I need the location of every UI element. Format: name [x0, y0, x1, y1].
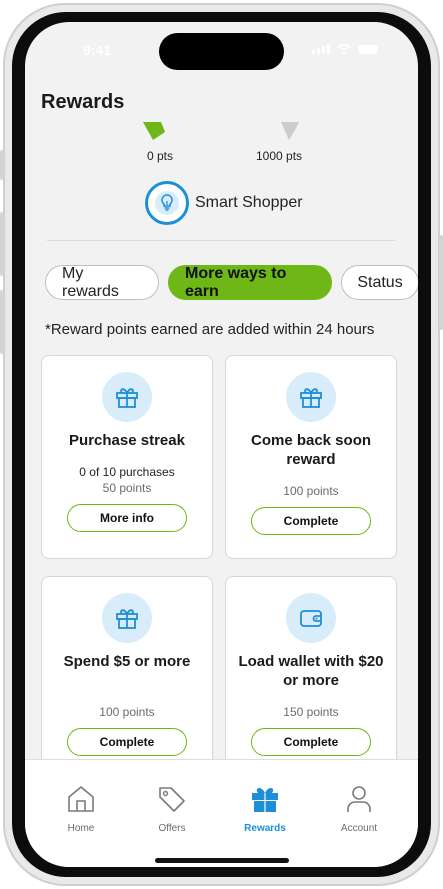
home-indicator [155, 858, 289, 863]
person-icon [347, 786, 371, 812]
nav-account[interactable]: Account [319, 784, 399, 834]
earn-card-come-back-soon[interactable]: Come back soon reward 100 points Complet… [225, 355, 397, 559]
volume-down-button [0, 290, 4, 354]
earn-card-spend-5[interactable]: Spend $5 or more 100 points Complete [41, 576, 213, 776]
earn-card-purchase-streak[interactable]: Purchase streak 0 of 10 purchases 50 poi… [41, 355, 213, 559]
app-screen: 9:41 Rewards 0 pts 1000 pts Smart Shoppe… [25, 22, 418, 867]
page-title: Rewards [41, 91, 125, 113]
tier-badge-circle [145, 181, 189, 225]
power-button [439, 235, 443, 330]
complete-button[interactable]: Complete [67, 728, 187, 756]
tab-bar: My rewards More ways to earn Status [45, 265, 418, 300]
progress-end-label: 1000 pts [256, 149, 303, 163]
wallet-icon [286, 593, 336, 643]
progress-start-marker [143, 122, 165, 140]
card-points: 100 points [283, 484, 339, 498]
progress-start-label: 0 pts [147, 149, 174, 163]
lightbulb-icon [155, 191, 179, 215]
bottom-nav: Home Offers Rewards Account [25, 759, 418, 867]
complete-button[interactable]: Complete [251, 507, 371, 535]
nav-label: Rewards [244, 823, 286, 834]
wifi-icon [337, 44, 351, 54]
battery-icon [358, 44, 378, 54]
card-title: Come back soon reward [250, 432, 372, 468]
card-title: Purchase streak [69, 432, 185, 449]
tag-icon [159, 787, 185, 812]
more-info-button[interactable]: More info [67, 504, 187, 532]
nav-offers[interactable]: Offers [132, 784, 212, 834]
card-points: 50 points [102, 481, 152, 495]
status-time: 9:41 [83, 42, 112, 58]
tab-my-rewards[interactable]: My rewards [45, 265, 159, 300]
tier-badge: Smart Shopper [145, 181, 303, 225]
tab-more-ways-to-earn[interactable]: More ways to earn [168, 265, 332, 300]
complete-button[interactable]: Complete [251, 728, 371, 756]
card-title: Load wallet with $20 or more [238, 653, 384, 689]
nav-label: Account [340, 823, 378, 834]
dynamic-island [159, 33, 284, 70]
card-subtitle: 0 of 10 purchases [79, 465, 175, 479]
earn-card-load-wallet[interactable]: Load wallet with $20 or more 150 points … [225, 576, 397, 776]
gift-icon [102, 593, 152, 643]
card-points: 150 points [283, 705, 339, 719]
status-icons [312, 44, 378, 54]
gift-icon [102, 372, 152, 422]
card-points: 100 points [99, 705, 155, 719]
volume-up-button [0, 212, 4, 276]
nav-home[interactable]: Home [41, 784, 121, 834]
nav-rewards[interactable]: Rewards [225, 784, 305, 834]
gift-icon [286, 372, 336, 422]
tab-status[interactable]: Status [341, 265, 418, 300]
action-button [0, 150, 4, 180]
signal-icon [312, 44, 330, 54]
home-icon [68, 786, 94, 812]
gift-icon [252, 788, 278, 812]
card-title: Spend $5 or more [63, 653, 191, 670]
progress-end-marker [281, 122, 299, 140]
divider [47, 240, 395, 241]
nav-label: Home [67, 823, 95, 834]
nav-label: Offers [158, 823, 186, 834]
tier-name: Smart Shopper [195, 194, 303, 211]
points-note: *Reward points earned are added within 2… [45, 321, 375, 338]
